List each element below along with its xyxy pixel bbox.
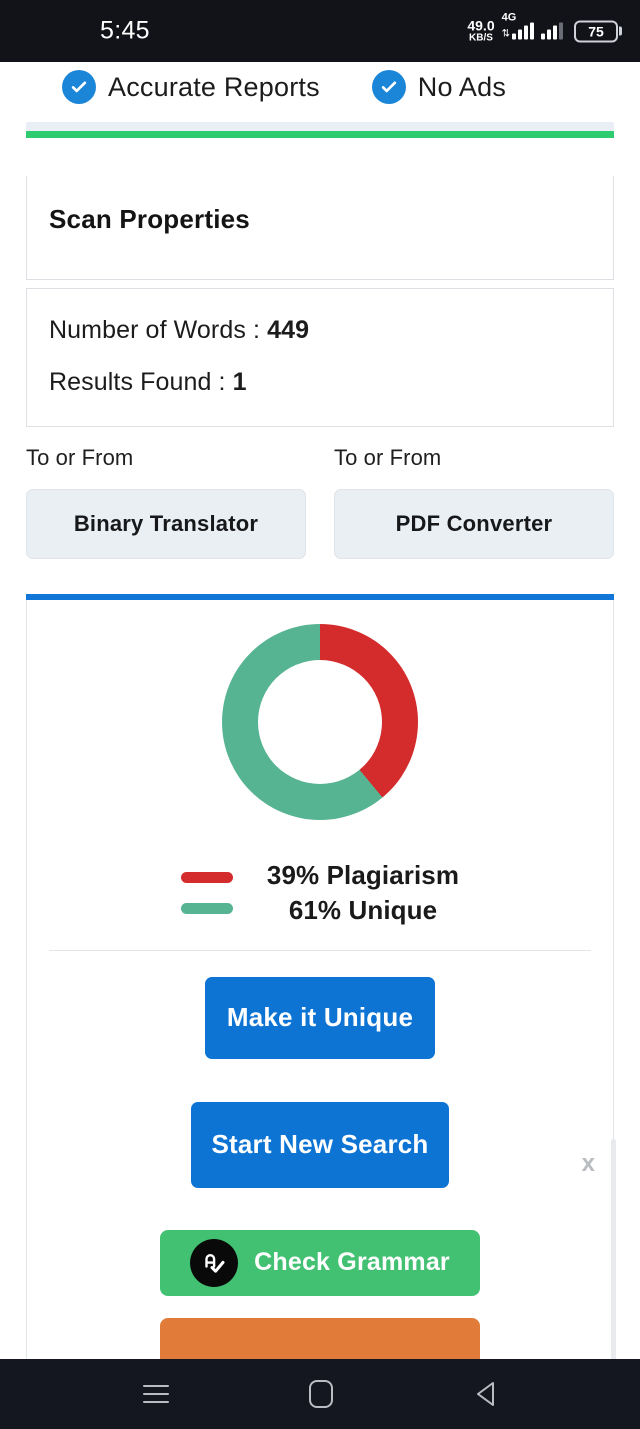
page-content: Accurate Reports No Ads Scan Properties …	[0, 62, 640, 1359]
check-grammar-button[interactable]: Check Grammar	[160, 1229, 480, 1296]
feature-label: No Ads	[417, 71, 507, 102]
scan-properties-card: Scan Properties	[26, 176, 614, 280]
feature-no-ads: No Ads	[371, 70, 507, 104]
stat-value: 1	[232, 368, 247, 397]
tool-label: To or From	[26, 444, 134, 470]
android-navigation-bar	[0, 1359, 640, 1429]
make-unique-row: Make it Unique	[27, 976, 613, 1059]
check-circle-icon	[62, 70, 96, 104]
vertical-scrollbar[interactable]	[611, 1138, 616, 1359]
legend-swatches	[180, 871, 233, 914]
recents-icon[interactable]	[143, 1385, 169, 1403]
section-divider	[26, 122, 614, 131]
battery-indicator: 75	[574, 20, 622, 42]
stat-value: 449	[267, 316, 310, 344]
tool-label: To or From	[334, 444, 442, 470]
stat-number-of-words: Number of Words : 449	[49, 317, 591, 343]
scan-stats-card: Number of Words : 449 Results Found : 1	[26, 288, 614, 427]
tool-pdf-converter: To or From PDF Converter	[334, 445, 614, 559]
status-time: 5:45	[100, 16, 150, 45]
data-arrows-icon: ⇅	[501, 28, 510, 40]
scan-properties-title: Scan Properties	[49, 204, 250, 234]
network-speed-indicator: 49.0 KB/S	[467, 19, 494, 44]
start-new-search-row: Start New Search	[27, 1059, 613, 1188]
partially-visible-orange-button[interactable]	[160, 1317, 480, 1359]
legend-label-plagiarism: 39% Plagiarism	[266, 859, 460, 890]
feature-label: Accurate Reports	[108, 71, 320, 102]
results-card: 39% Plagiarism 61% Unique Make it Unique…	[26, 599, 614, 1359]
status-indicators: 49.0 KB/S 4G ⇅ 75	[467, 12, 622, 44]
stat-label: Number of Words :	[49, 316, 261, 344]
legend-labels: 39% Plagiarism 61% Unique	[267, 858, 459, 928]
home-icon[interactable]	[309, 1380, 333, 1408]
battery-tip-icon	[619, 26, 622, 36]
close-icon[interactable]: x	[582, 1151, 595, 1176]
binary-translator-button[interactable]: Binary Translator	[26, 488, 306, 559]
start-new-search-button[interactable]: Start New Search	[191, 1101, 449, 1188]
signal-bars-secondary-icon	[541, 22, 563, 40]
plagiarism-donut-chart	[222, 623, 418, 820]
battery-shell-icon: 75	[574, 20, 618, 42]
feature-accurate-reports: Accurate Reports	[62, 70, 320, 104]
signal-bars-icon	[512, 22, 534, 40]
signal-indicator-secondary	[541, 22, 563, 40]
donut-hole	[258, 659, 382, 784]
check-circle-icon	[371, 70, 406, 104]
stat-label: Results Found :	[49, 368, 226, 397]
network-type-label: 4G	[501, 11, 517, 24]
phone-screen: 5:45 49.0 KB/S 4G ⇅ 75 Accurate Reports …	[0, 0, 640, 1429]
legend-label-unique: 61% Unique	[288, 894, 438, 925]
legend-swatch-unique	[180, 902, 233, 914]
signal-indicator-primary: 4G ⇅	[501, 12, 534, 40]
tool-shortcuts-row: To or From Binary Translator To or From …	[0, 427, 640, 559]
scan-properties-accent-bar	[26, 131, 614, 138]
network-speed-unit: KB/S	[469, 32, 493, 44]
status-bar: 5:45 49.0 KB/S 4G ⇅ 75	[0, 0, 640, 62]
stat-results-found: Results Found : 1	[49, 369, 591, 395]
make-it-unique-button[interactable]: Make it Unique	[205, 976, 435, 1059]
results-actions: Make it Unique Start New Search Check Gr…	[27, 951, 613, 1359]
feature-badges-row: Accurate Reports No Ads	[0, 62, 640, 104]
results-section: 39% Plagiarism 61% Unique Make it Unique…	[0, 593, 640, 1359]
pdf-converter-button[interactable]: PDF Converter	[334, 488, 614, 559]
check-grammar-label: Check Grammar	[254, 1248, 450, 1277]
legend-swatch-plagiarism	[180, 871, 233, 883]
battery-level: 75	[588, 23, 604, 39]
tool-binary-translator: To or From Binary Translator	[26, 445, 306, 559]
back-icon[interactable]	[473, 1380, 497, 1408]
grammarly-a-check-icon	[190, 1238, 239, 1287]
plagiarism-chart-area	[27, 600, 613, 820]
chart-legend: 39% Plagiarism 61% Unique	[27, 858, 613, 928]
network-speed-value: 49.0	[467, 17, 495, 34]
